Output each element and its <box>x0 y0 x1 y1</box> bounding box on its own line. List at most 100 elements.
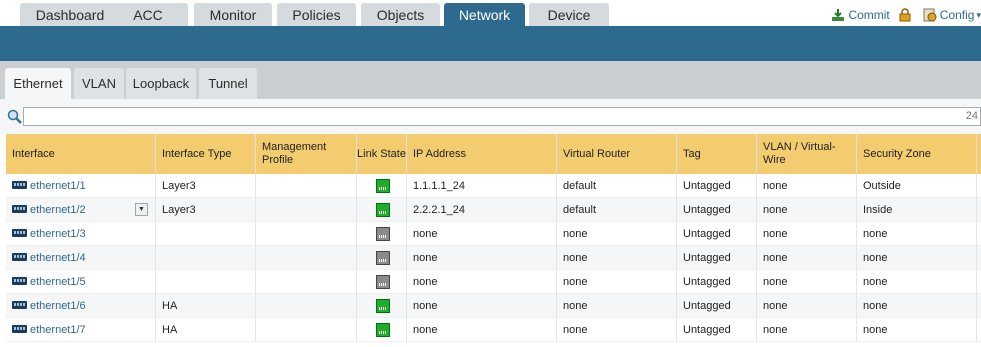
table-row[interactable]: ethernet1/4 none none Untagged none none <box>6 246 981 270</box>
col-management-profile[interactable]: Management Profile <box>256 134 357 174</box>
col-interface-type[interactable]: Interface Type <box>156 134 256 174</box>
top-actions: Commit Config ▾ <box>823 6 981 24</box>
subtab-tunnel[interactable]: Tunnel <box>199 68 257 99</box>
link-up-icon <box>376 179 390 193</box>
col-virtual-router[interactable]: Virtual Router <box>557 134 677 174</box>
table-row[interactable]: ethernet1/7 HA none none Untagged none none <box>6 318 981 342</box>
tab-network[interactable]: Network <box>444 3 525 27</box>
cell-ip-address: none <box>407 246 557 270</box>
cell-virtual-router: none <box>557 294 677 318</box>
subtab-ethernet[interactable]: Ethernet <box>5 68 71 99</box>
col-link-state[interactable]: Link State <box>357 134 407 174</box>
col-tag[interactable]: Tag <box>677 134 757 174</box>
brand-bar <box>0 26 981 61</box>
cell-management-profile <box>256 246 357 270</box>
cell-security-zone: none <box>857 222 977 246</box>
ethernet-port-icon <box>12 301 27 310</box>
table-row[interactable]: ethernet1/3 none none Untagged none none <box>6 222 981 246</box>
lock-button[interactable] <box>898 8 915 22</box>
interface-link[interactable]: ethernet1/4 <box>30 252 86 264</box>
cell-security-zone: Inside <box>857 198 977 222</box>
link-down-icon <box>376 227 390 241</box>
cell-interface[interactable]: ethernet1/5 <box>6 270 156 294</box>
cell-virtual-router: none <box>557 270 677 294</box>
tab-monitor[interactable]: Monitor <box>194 3 272 27</box>
tab-acc[interactable]: ACC <box>108 3 188 27</box>
link-up-icon <box>376 323 390 337</box>
link-down-icon <box>376 275 390 289</box>
cell-management-profile <box>256 198 357 222</box>
col-security-zone[interactable]: Security Zone <box>857 134 977 174</box>
cell-virtual-router: default <box>557 198 677 222</box>
cell-link-state <box>357 294 407 318</box>
config-button[interactable]: Config ▾ <box>923 8 981 22</box>
cell-interface-type: Layer3 <box>156 174 256 198</box>
tab-device[interactable]: Device <box>529 3 609 27</box>
cell-link-state <box>357 246 407 270</box>
cell-interface[interactable]: ethernet1/3 <box>6 222 156 246</box>
cell-tag: Untagged <box>677 270 757 294</box>
ethernet-port-icon <box>12 277 27 286</box>
tab-objects[interactable]: Objects <box>361 3 440 27</box>
link-up-icon <box>376 203 390 217</box>
ethernet-port-icon <box>12 229 27 238</box>
cell-interface-type: HA <box>156 294 256 318</box>
cell-management-profile <box>256 174 357 198</box>
cell-ip-address: 1.1.1.1_24 <box>407 174 557 198</box>
ethernet-port-icon <box>12 325 27 334</box>
subtab-vlan[interactable]: VLAN <box>74 68 124 99</box>
link-up-icon <box>376 299 390 313</box>
interface-link[interactable]: ethernet1/2 <box>30 204 86 216</box>
filter-input[interactable] <box>23 107 981 126</box>
table-row[interactable]: ethernet1/6 HA none none Untagged none none <box>6 294 981 318</box>
cell-interface[interactable]: ethernet1/1 <box>6 174 156 198</box>
link-down-icon <box>376 251 390 265</box>
col-ip-address[interactable]: IP Address <box>407 134 557 174</box>
cell-tag: Untagged <box>677 246 757 270</box>
tab-policies[interactable]: Policies <box>277 3 356 27</box>
cell-vlan: none <box>757 174 857 198</box>
cell-virtual-router: none <box>557 246 677 270</box>
cell-vlan: none <box>757 294 857 318</box>
cell-ip-address: 2.2.2.1_24 <box>407 198 557 222</box>
subtab-loopback[interactable]: Loopback <box>126 68 196 99</box>
cell-interface[interactable]: ethernet1/7 <box>6 318 156 342</box>
cell-virtual-router: default <box>557 174 677 198</box>
cell-interface[interactable]: ethernet1/6 <box>6 294 156 318</box>
col-interface[interactable]: Interface <box>6 134 156 174</box>
table-row[interactable]: ethernet1/2 ▼ Layer3 2.2.2.1_24 default Untag… <box>6 198 981 222</box>
interface-link[interactable]: ethernet1/1 <box>30 180 86 192</box>
cell-tag: Untagged <box>677 174 757 198</box>
cell-interface-type: HA <box>156 318 256 342</box>
cell-ip-address: none <box>407 222 557 246</box>
table-row[interactable]: ethernet1/5 none none Untagged none none <box>6 270 981 294</box>
top-nav: Dashboard ACC Monitor Policies Objects N… <box>0 0 981 27</box>
interface-link[interactable]: ethernet1/3 <box>30 228 86 240</box>
lock-icon <box>899 8 911 22</box>
ethernet-port-icon <box>12 181 27 190</box>
cell-management-profile <box>256 318 357 342</box>
row-menu-dropdown-button[interactable]: ▼ <box>135 203 148 216</box>
cell-management-profile <box>256 294 357 318</box>
item-count: 24 <box>965 110 978 122</box>
interface-link[interactable]: ethernet1/6 <box>30 300 86 312</box>
interface-link[interactable]: ethernet1/7 <box>30 324 86 336</box>
cell-ip-address: none <box>407 270 557 294</box>
cell-security-zone: none <box>857 294 977 318</box>
search-icon[interactable] <box>7 109 23 125</box>
interface-link[interactable]: ethernet1/5 <box>30 276 86 288</box>
cell-interface[interactable]: ethernet1/4 <box>6 246 156 270</box>
cell-security-zone: none <box>857 270 977 294</box>
cell-interface[interactable]: ethernet1/2 ▼ <box>6 198 156 222</box>
cell-vlan: none <box>757 318 857 342</box>
cell-security-zone: none <box>857 318 977 342</box>
cell-link-state <box>357 270 407 294</box>
commit-label: Commit <box>848 8 890 22</box>
cell-interface-type <box>156 246 256 270</box>
table-row[interactable]: ethernet1/1 Layer3 1.1.1.1_24 default Untagg… <box>6 174 981 198</box>
commit-button[interactable]: Commit <box>831 8 890 22</box>
tab-dashboard[interactable]: Dashboard <box>20 3 120 27</box>
table-header: Interface Interface Type Management Prof… <box>6 134 981 174</box>
col-vlan-virtual-wire[interactable]: VLAN / Virtual-Wire <box>757 134 857 174</box>
cell-ip-address: none <box>407 318 557 342</box>
